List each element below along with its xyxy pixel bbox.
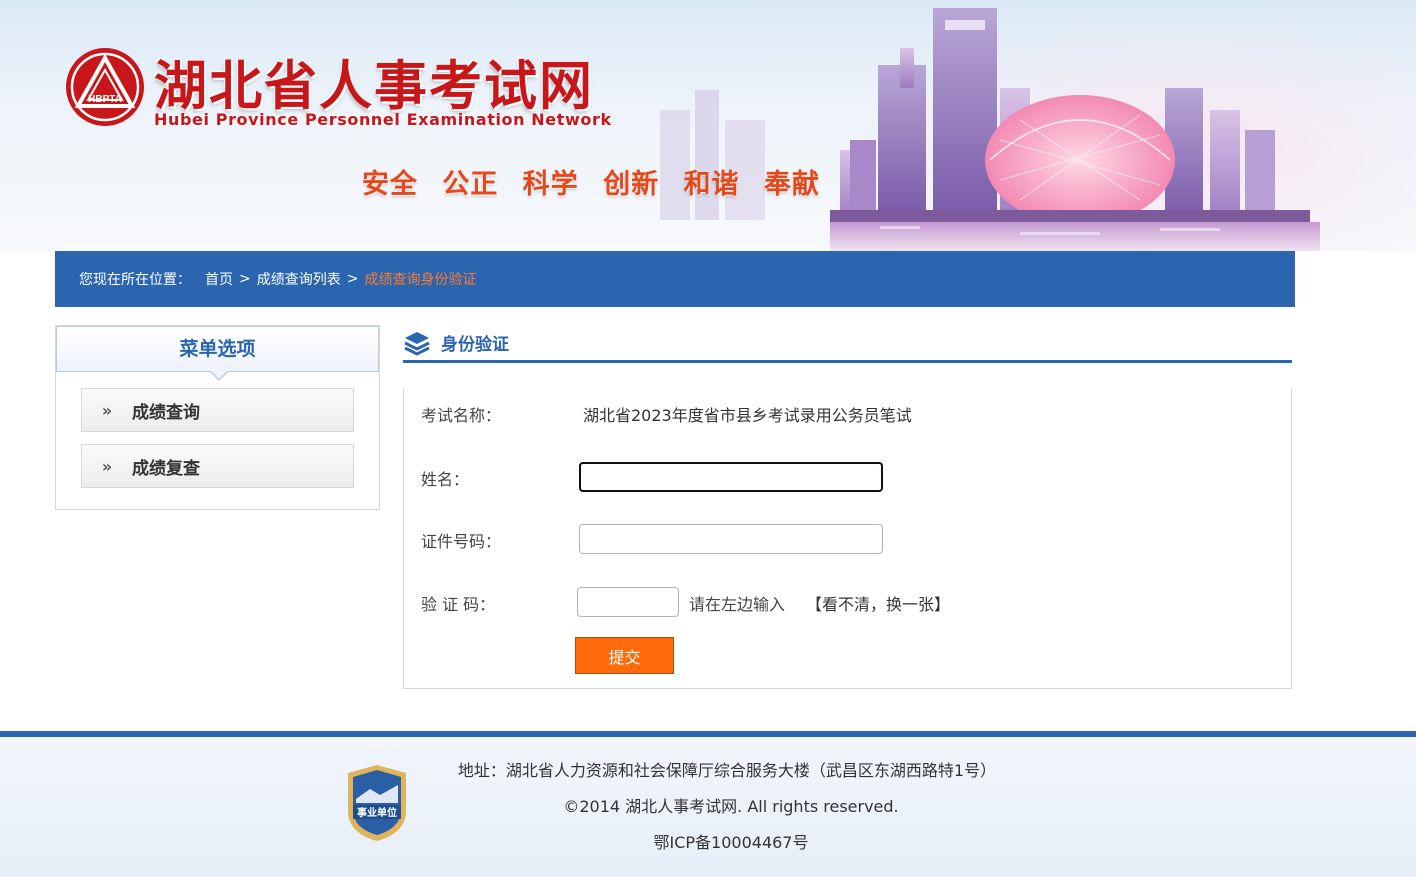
panel-title: 身份验证 <box>441 335 509 355</box>
breadcrumb-score-list-link[interactable]: 成绩查询列表 <box>257 269 341 289</box>
site-banner: HBPTA 湖北省人事考试网 Hubei Province Personnel … <box>0 0 1416 251</box>
breadcrumb-home-link[interactable]: 首页 <box>205 269 233 289</box>
breadcrumb-prefix: 您现在所在位置： <box>79 272 191 288</box>
layers-icon <box>404 331 430 356</box>
site-title: 湖北省人事考试网 <box>154 56 594 117</box>
page-footer: 事业单位 地址：湖北省人力资源和社会保障厅综合服务大楼（武昌区东湖西路特1号） … <box>0 731 1416 877</box>
captcha-refresh-link[interactable]: 【看不清，换一张】 <box>806 591 950 615</box>
sidebar-item-score-query[interactable]: » 成绩查询 <box>81 388 354 432</box>
exam-name-value: 湖北省2023年度省市县乡考试录用公务员笔试 <box>583 406 912 425</box>
breadcrumb-separator: > <box>346 271 359 287</box>
sidebar-item-label: 成绩查询 <box>132 402 200 423</box>
breadcrumb-separator: > <box>239 271 251 287</box>
breadcrumb: 您现在所在位置： 首页 > 成绩查询列表 > 成绩查询身份验证 <box>55 251 1295 307</box>
breadcrumb-current: 成绩查询身份验证 <box>364 272 477 288</box>
double-chevron-right-icon: » <box>101 400 113 420</box>
footer-address: 地址：湖北省人力资源和社会保障厅综合服务大楼（武昌区东湖西路特1号） <box>457 761 997 780</box>
id-number-label: 证件号码： <box>421 532 502 551</box>
captcha-hint: 请在左边输入 <box>689 595 786 614</box>
submit-button[interactable]: 提交 <box>575 637 674 674</box>
panel-header: 身份验证 <box>403 325 1292 363</box>
sidebar-item-score-review[interactable]: » 成绩复查 <box>81 444 354 488</box>
site-slogan: 安全 公正 科学 创新 和谐 奉献 <box>362 169 820 200</box>
site-logo-emblem: HBPTA <box>66 48 144 126</box>
site-subtitle: Hubei Province Personnel Examination Net… <box>154 110 612 129</box>
id-number-input[interactable] <box>579 524 883 554</box>
captcha-input[interactable] <box>577 587 679 617</box>
captcha-label: 验 证 码： <box>421 595 496 614</box>
name-input[interactable] <box>579 462 883 492</box>
sidebar-title-text: 菜单选项 <box>179 338 256 360</box>
sidebar-item-label: 成绩复查 <box>132 458 200 479</box>
sidebar-title: 菜单选项 <box>56 326 379 381</box>
logo-text: HBPTA <box>88 94 122 105</box>
sidebar-menu: 菜单选项 » 成绩查询 » 成绩复查 <box>55 325 380 510</box>
footer-copyright: ©2014 湖北人事考试网. All rights reserved. <box>563 797 899 816</box>
footer-icp[interactable]: 鄂ICP备10004467号 <box>0 829 1416 853</box>
identity-verification-form: 考试名称： 湖北省2023年度省市县乡考试录用公务员笔试 姓名： 证件号码： 验… <box>403 388 1292 689</box>
name-label: 姓名： <box>421 470 470 489</box>
cityscape-illustration <box>660 8 1320 251</box>
exam-name-label: 考试名称： <box>421 406 502 425</box>
double-chevron-right-icon: » <box>101 456 113 476</box>
sidebar-title-notch-inner <box>210 370 228 379</box>
